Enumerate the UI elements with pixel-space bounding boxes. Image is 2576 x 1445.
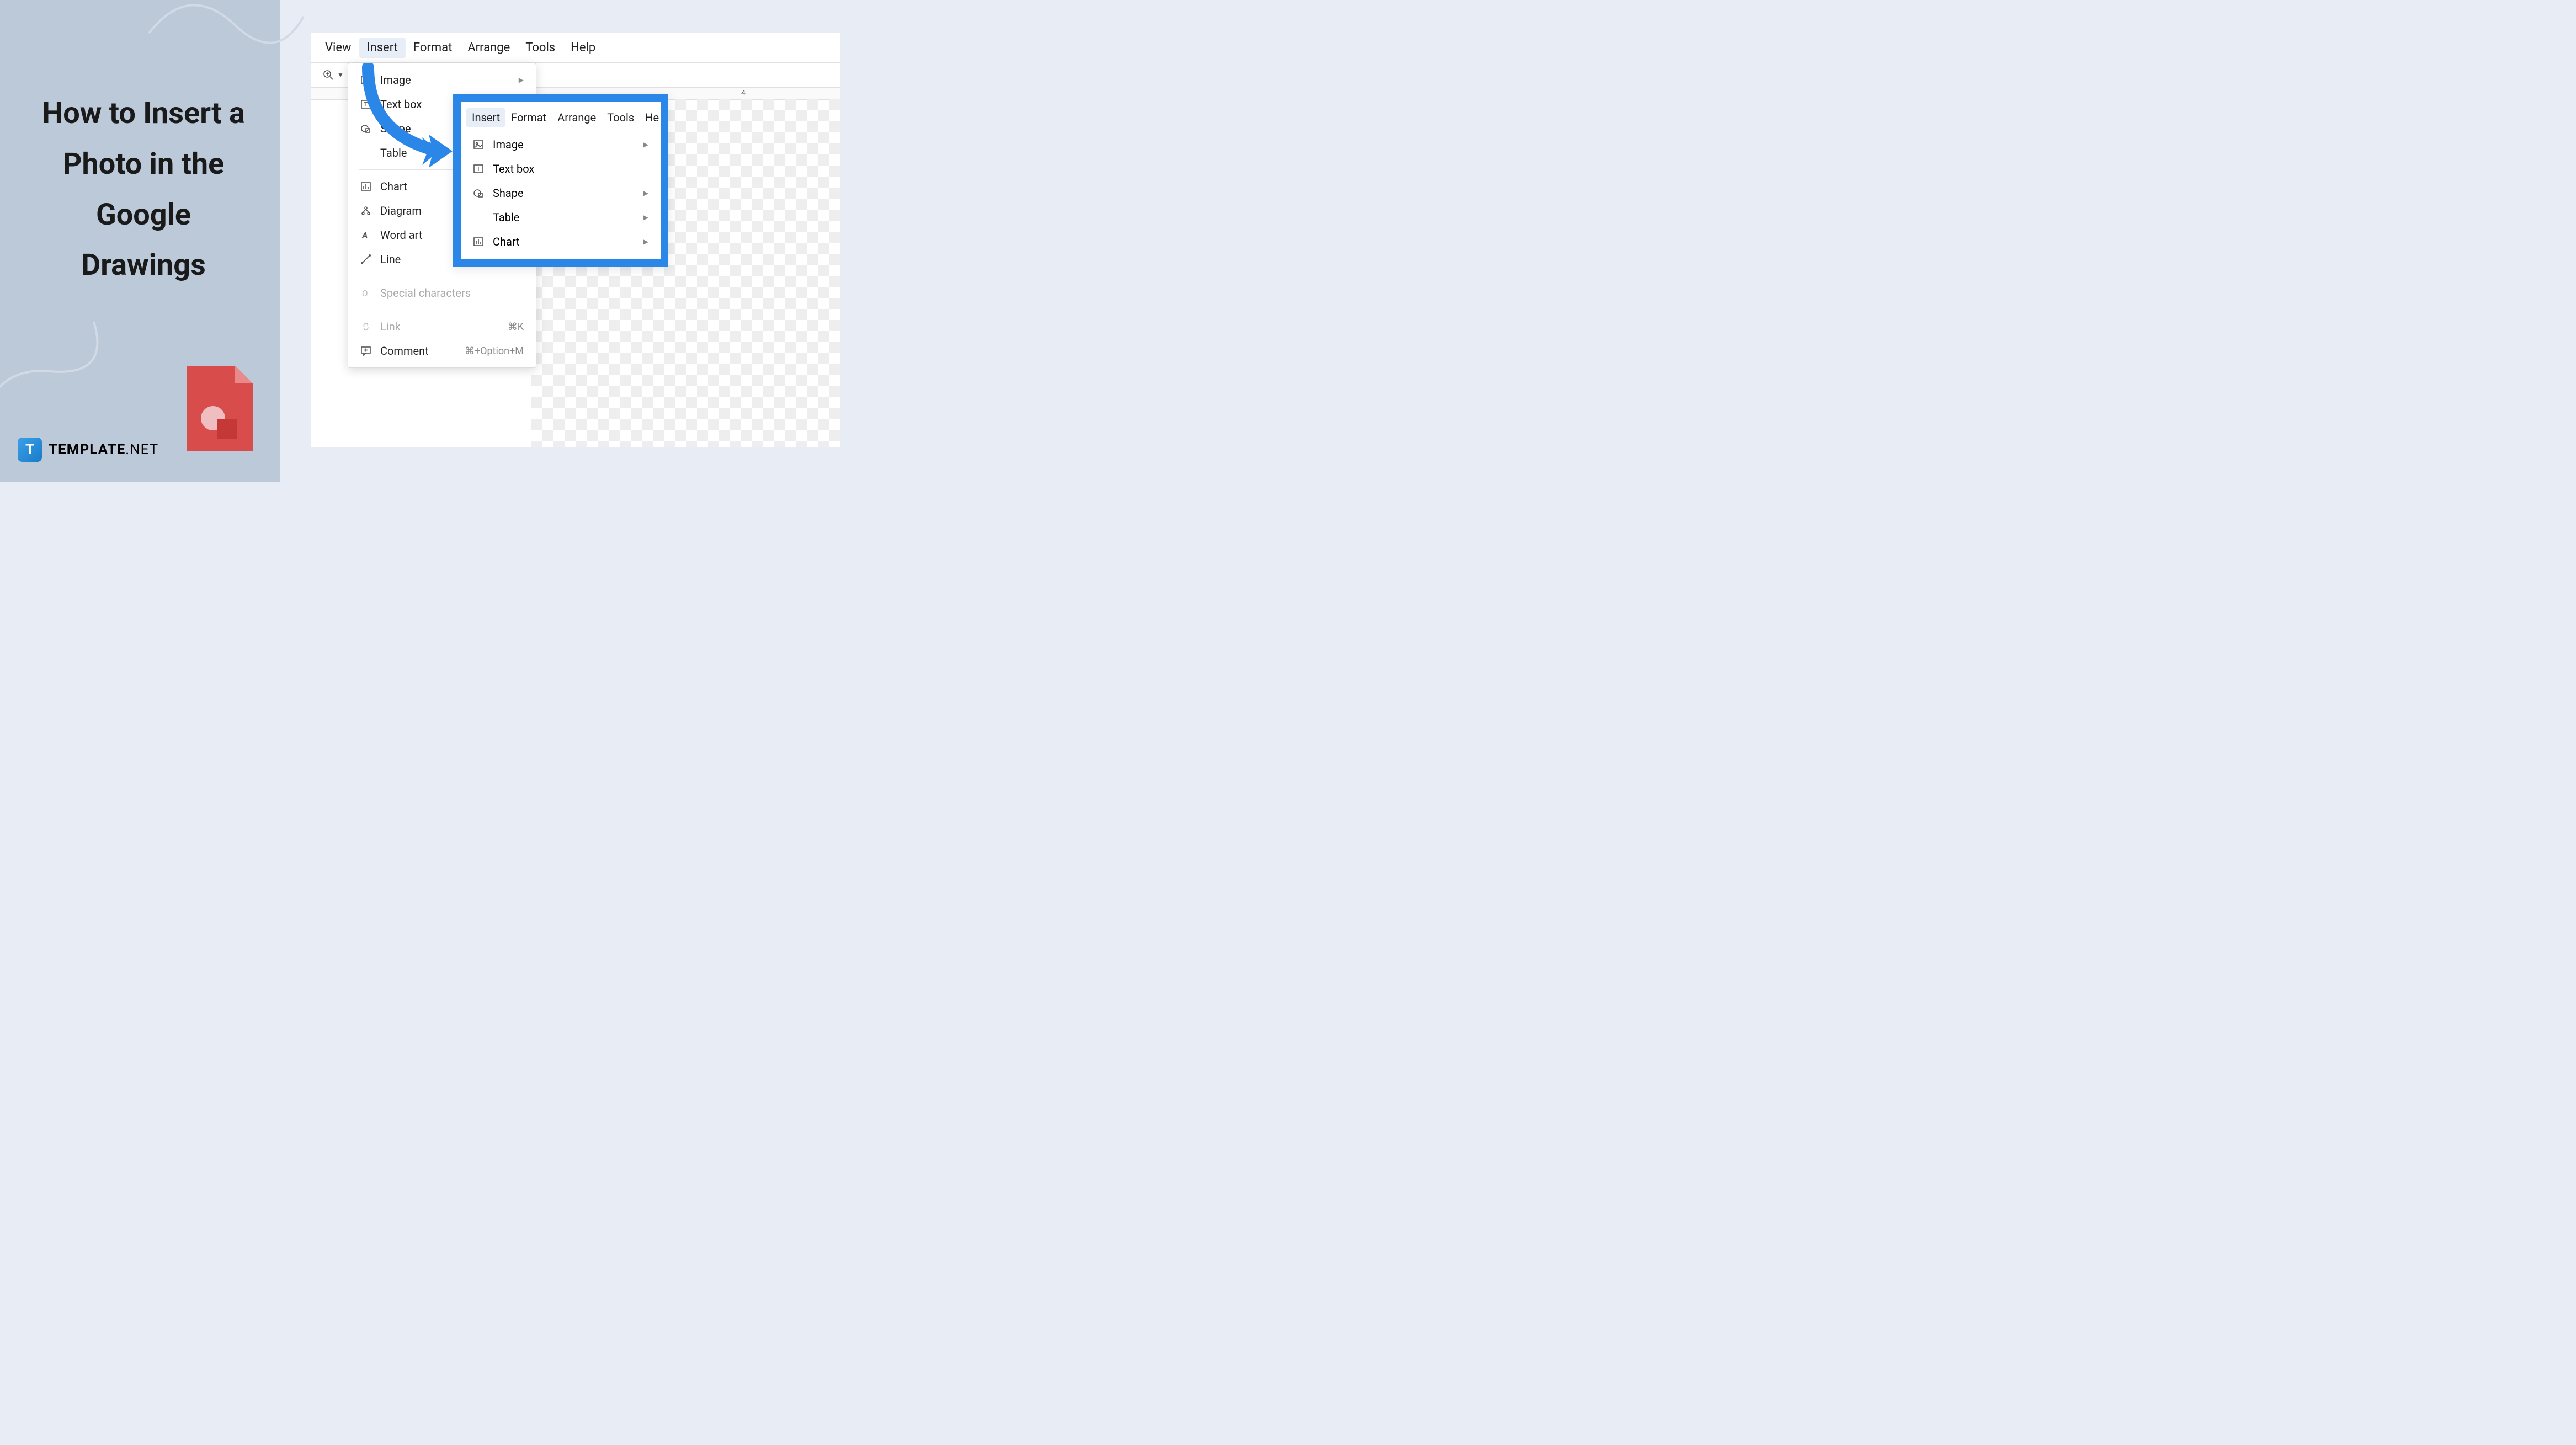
shape-icon [360,123,380,134]
app-screenshot: View Insert Format Arrange Tools Help ▼ … [311,33,840,447]
page-title: How to Insert a Photo in the Google Draw… [33,88,254,291]
submenu-arrow-icon: ▶ [643,141,648,148]
callout-insert-shape[interactable]: Shape ▶ [461,181,661,205]
insert-link[interactable]: Link ⌘K [348,314,536,339]
callout-menu-insert[interactable]: Insert [466,108,505,127]
image-icon [473,139,493,150]
textbox-icon: T [360,99,380,110]
submenu-arrow-icon: ▶ [519,76,524,84]
chart-icon [360,181,380,192]
menu-format[interactable]: Format [406,38,460,58]
menu-arrange[interactable]: Arrange [460,38,518,58]
image-icon [360,74,380,86]
insert-comment[interactable]: Comment ⌘+Option+M [348,339,536,363]
wordart-icon: A [360,230,380,241]
menu-tools[interactable]: Tools [518,38,563,58]
submenu-arrow-icon: ▶ [643,238,648,246]
menu-view[interactable]: View [317,38,359,58]
callout-menu-arrange[interactable]: Arrange [552,108,602,127]
menu-help[interactable]: Help [563,38,603,58]
diagram-icon [360,205,380,216]
svg-text:Ω: Ω [362,288,368,298]
google-drawings-icon [187,366,253,451]
comment-icon [360,345,380,356]
shortcut-text: ⌘+Option+M [465,345,524,357]
callout-insert-menu: Insert Format Arrange Tools He Image ▶ T… [453,94,668,267]
decorative-squiggle [143,0,309,88]
svg-text:A: A [361,230,368,241]
zoom-button[interactable]: ▼ [317,67,349,83]
ruler-tick: 4 [741,89,746,98]
callout-menubar: Insert Format Arrange Tools He [461,105,661,132]
svg-text:T: T [364,101,368,108]
info-panel: How to Insert a Photo in the Google Draw… [0,0,280,482]
link-icon [360,321,380,332]
insert-special-chars[interactable]: Ω Special characters [348,281,536,305]
submenu-arrow-icon: ▶ [643,214,648,221]
callout-insert-table[interactable]: Table ▶ [461,205,661,230]
svg-text:T: T [477,166,481,173]
brand-logo: T TEMPLATE.NET [18,438,158,462]
brand-logo-icon: T [18,438,42,462]
callout-insert-image[interactable]: Image ▶ [461,132,661,157]
callout-insert-textbox[interactable]: T Text box [461,157,661,181]
callout-menu-tools[interactable]: Tools [602,108,640,127]
menu-insert[interactable]: Insert [359,38,406,58]
shape-icon [473,188,493,199]
callout-menu-help[interactable]: He [640,108,664,127]
menubar: View Insert Format Arrange Tools Help [311,33,840,63]
chart-icon [473,236,493,247]
submenu-arrow-icon: ▶ [643,189,648,197]
line-icon [360,254,380,265]
callout-insert-chart[interactable]: Chart ▶ [461,230,661,254]
omega-icon: Ω [360,287,380,298]
zoom-icon [323,70,334,81]
textbox-icon: T [473,163,493,174]
brand-logo-text: TEMPLATE.NET [49,441,158,458]
callout-menu-format[interactable]: Format [505,108,552,127]
shortcut-text: ⌘K [508,321,524,333]
insert-image[interactable]: Image ▶ [348,68,536,92]
decorative-squiggle [0,311,121,449]
